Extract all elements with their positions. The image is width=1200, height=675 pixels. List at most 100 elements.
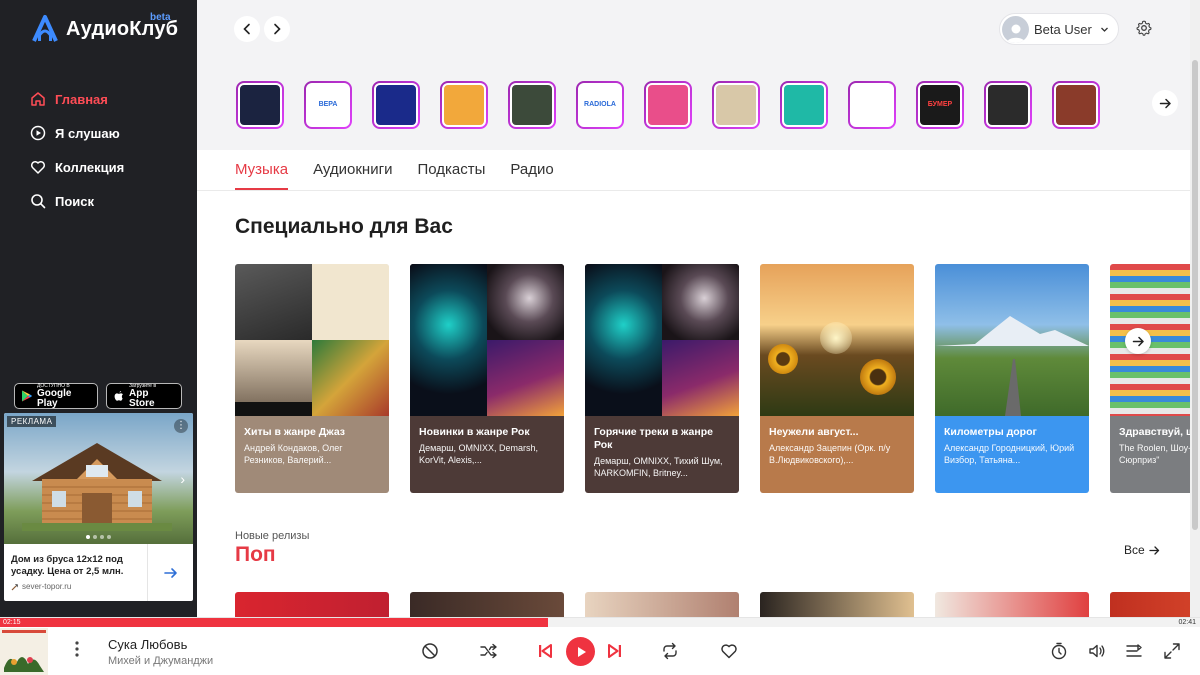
chevron-right-icon[interactable]: › <box>180 471 185 487</box>
track-artist[interactable]: Михей и Джуманджи <box>108 655 213 667</box>
search-icon <box>31 194 46 209</box>
skip-next-icon <box>608 644 621 658</box>
stories-row: ВЕРА RADIOLA БУМЕР <box>236 81 1100 129</box>
scrollbar[interactable] <box>1190 0 1200 617</box>
playlist-cover <box>760 264 914 416</box>
ad-open-button[interactable] <box>147 544 193 601</box>
forward-button[interactable] <box>264 16 290 42</box>
story-cover: ВЕРА <box>306 83 350 127</box>
gear-icon[interactable] <box>1136 20 1152 36</box>
block-button[interactable] <box>421 642 439 660</box>
playlist-artists: Демарш, OMNIXX, Demarsh, KorVit, Alexis,… <box>419 443 539 465</box>
sidebar-item-search[interactable]: Поиск <box>30 184 124 218</box>
playlist-card[interactable]: Неужели август... Александр Зацепин (Орк… <box>760 264 914 493</box>
see-all-link[interactable]: Все <box>1124 543 1160 557</box>
story-item[interactable]: ВЕРА <box>304 81 352 129</box>
playlist-info: Километры дорог Александр Городницкий, Ю… <box>935 416 1089 493</box>
user-icon <box>1006 24 1025 43</box>
playlist-title: Горячие треки в жанре Рок <box>594 426 713 451</box>
progress-bar[interactable]: 02:15 02:41 <box>0 618 1200 627</box>
google-play-button[interactable]: ДОСТУПНО В Google Play <box>14 383 98 409</box>
previous-button[interactable] <box>536 642 554 660</box>
tab-radio[interactable]: Радио <box>510 150 553 190</box>
sidebar-item-home[interactable]: Главная <box>30 82 124 116</box>
playlist-card[interactable]: Новинки в жанре Рок Демарш, OMNIXX, Dema… <box>410 264 564 493</box>
story-item[interactable] <box>712 81 760 129</box>
playlist-card[interactable]: Горячие треки в жанре Рок Демарш, OMNIXX… <box>585 264 739 493</box>
story-item[interactable] <box>780 81 828 129</box>
release-card[interactable] <box>1110 592 1200 617</box>
logo[interactable]: АудиоКлуб beta <box>30 12 178 44</box>
play-icon <box>577 646 586 657</box>
release-card[interactable] <box>760 592 914 617</box>
progress-fill <box>0 618 549 627</box>
story-cover <box>646 83 690 127</box>
story-cover <box>374 83 418 127</box>
arrow-right-icon <box>1159 98 1171 108</box>
user-menu-button[interactable]: Beta User <box>999 13 1119 45</box>
story-cover <box>986 83 1030 127</box>
sleep-timer-button[interactable] <box>1050 642 1068 660</box>
story-item[interactable] <box>644 81 692 129</box>
sidebar-item-collection[interactable]: Коллекция <box>30 150 124 184</box>
app-store-button[interactable]: Загрузите в App Store <box>106 383 182 409</box>
playlist-card[interactable]: Здравствуй, шу... The Roolen, Шоу-Г... "… <box>1110 264 1200 493</box>
playlist-title: Неужели август... <box>769 426 859 438</box>
chevron-left-icon <box>243 23 250 35</box>
release-card[interactable] <box>585 592 739 617</box>
playlist-title: Здравствуй, шу... <box>1119 426 1200 438</box>
like-button[interactable] <box>720 642 738 660</box>
release-card[interactable] <box>935 592 1089 617</box>
story-item[interactable] <box>1052 81 1100 129</box>
story-item[interactable]: RADIOLA <box>576 81 624 129</box>
tab-music[interactable]: Музыка <box>235 150 289 190</box>
house-image <box>22 443 172 531</box>
ad-banner[interactable]: РЕКЛАМА ⋮ › Дом из бруса 12х12 под усадк… <box>4 413 193 601</box>
current-time: 02:15 <box>3 619 21 626</box>
new-releases-label: Новые релизы <box>235 530 310 542</box>
more-vertical-icon[interactable] <box>73 640 81 658</box>
volume-button[interactable] <box>1088 642 1106 660</box>
sidebar-item-label: Я слушаю <box>55 125 120 141</box>
story-item[interactable] <box>848 81 896 129</box>
release-card[interactable] <box>410 592 564 617</box>
shuffle-button[interactable] <box>480 642 498 660</box>
sidebar-item-listening[interactable]: Я слушаю <box>30 116 124 150</box>
track-cover[interactable] <box>0 628 48 675</box>
heart-icon <box>721 644 737 659</box>
story-item[interactable] <box>984 81 1032 129</box>
playlist-cover <box>1110 264 1200 416</box>
story-cover <box>238 83 282 127</box>
back-button[interactable] <box>234 16 260 42</box>
scrollbar-thumb[interactable] <box>1192 60 1198 530</box>
queue-icon <box>1126 644 1142 657</box>
arrow-right-icon <box>163 567 177 578</box>
story-item[interactable] <box>372 81 420 129</box>
play-button[interactable] <box>566 637 595 666</box>
track-title[interactable]: Сука Любовь <box>108 637 187 652</box>
story-label: RADIOLA <box>584 101 616 108</box>
cover-art <box>0 628 48 675</box>
axe-icon <box>11 583 18 590</box>
apple-icon <box>114 391 123 401</box>
repeat-button[interactable] <box>661 642 679 660</box>
story-item[interactable]: БУМЕР <box>916 81 964 129</box>
playlist-card[interactable]: Хиты в жанре Джаз Андрей Кондаков, Олег … <box>235 264 389 493</box>
playlist-card[interactable]: Километры дорог Александр Городницкий, Ю… <box>935 264 1089 493</box>
stories-next-button[interactable] <box>1152 90 1178 116</box>
expand-button[interactable] <box>1163 642 1181 660</box>
story-item[interactable] <box>440 81 488 129</box>
cards-next-button[interactable] <box>1125 328 1151 354</box>
playlist-title: Новинки в жанре Рок <box>419 426 530 438</box>
tab-podcasts[interactable]: Подкасты <box>417 150 485 190</box>
story-item[interactable] <box>236 81 284 129</box>
next-button[interactable] <box>606 642 624 660</box>
queue-button[interactable] <box>1125 642 1143 660</box>
more-vertical-icon[interactable]: ⋮ <box>174 419 188 433</box>
ad-label: РЕКЛАМА <box>7 416 57 427</box>
user-name: Beta User <box>1034 21 1092 37</box>
story-item[interactable] <box>508 81 556 129</box>
release-card[interactable] <box>235 592 389 617</box>
tab-audiobooks[interactable]: Аудиокниги <box>313 150 392 190</box>
chevron-down-icon <box>1100 27 1108 32</box>
